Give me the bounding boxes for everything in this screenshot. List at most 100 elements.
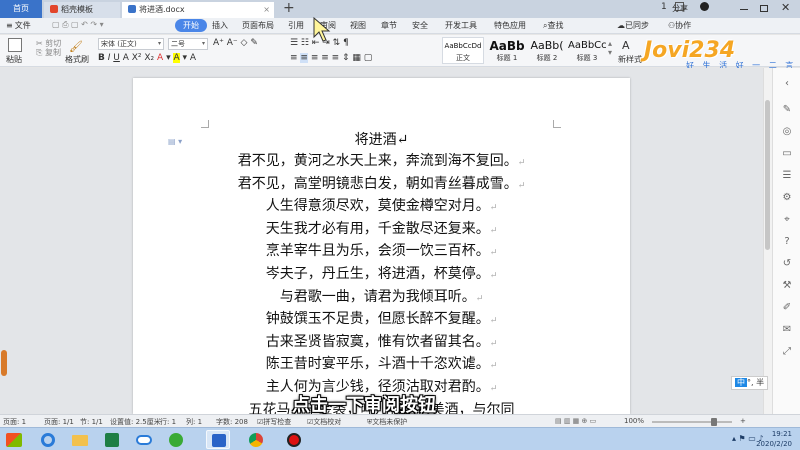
font-name-select[interactable]: 宋体 (正文) ▾ [98, 38, 164, 50]
taskbar-explorer[interactable] [68, 430, 92, 449]
menu-file[interactable]: ≡ 文件 [6, 20, 31, 31]
expand-icon[interactable]: ⤢ [781, 346, 793, 358]
scrollbar-thumb[interactable] [765, 100, 770, 250]
menu-developer-tools[interactable]: 开发工具 [445, 20, 477, 31]
taskbar-ie[interactable] [36, 430, 60, 449]
template-icon[interactable]: ▭ [781, 148, 793, 160]
menu-chapter[interactable]: 章节 [381, 20, 397, 31]
new-style-button[interactable]: 新样式 [618, 54, 642, 65]
zoom-in-icon[interactable]: + [740, 417, 746, 425]
close-window-icon[interactable]: ✕ [781, 1, 790, 14]
document-map-icon[interactable]: ▤ ▾ [168, 137, 182, 146]
chevron-down-icon: ▾ [201, 40, 205, 47]
document-page[interactable]: 将进酒↵ 君不见，黄河之水天上来，奔流到海不复回。↵ 君不见，高堂明镜悲白发，朝… [133, 78, 630, 418]
share-button[interactable]: 分享 [672, 3, 688, 14]
paste-icon[interactable] [8, 38, 22, 52]
style-normal[interactable]: AaBbCcDd 正文 [442, 37, 484, 64]
tab-docer-templates[interactable]: 稻壳模板 [44, 2, 120, 18]
poem-line-text: 古来圣贤皆寂寞，惟有饮者留其名。 [265, 333, 490, 350]
windows-start-button[interactable] [0, 430, 30, 449]
menu-security[interactable]: 安全 [412, 20, 428, 31]
collab-label: 协作 [675, 21, 692, 30]
view-mode-icons[interactable]: ▤ ▥ ▦ ⊕ ▭ [555, 417, 596, 425]
menu-bar: ≡ 文件 ▢ ⎙ ▢ ↶ ↷ ▾ 开始 插入 页面布局 引用 审阅 视图 章节 安… [0, 4, 800, 34]
pane-collapse-icon[interactable]: ‹ [781, 78, 793, 90]
pencil-icon[interactable]: ✎ [781, 104, 793, 116]
poem-line: 君不见，黄河之水天上来，奔流到海不复回。↵ [133, 150, 630, 173]
menu-insert[interactable]: 插入 [212, 20, 228, 31]
settings-icon[interactable]: ⚙ [781, 192, 793, 204]
margin-marker [553, 120, 561, 128]
status-word-count[interactable]: 字数: 208 [216, 417, 248, 427]
sync-status[interactable]: ☁已同步 [617, 20, 649, 31]
poem-line: 天生我才必有用，千金散尽还复来。↵ [133, 218, 630, 241]
alignment-icons[interactable]: ≡ ≡ ≡ ≡ ≡ ⇕ ▦ ▢ [290, 53, 372, 63]
poem-line: 岑夫子，丹丘生，将进酒，杯莫停。↵ [133, 263, 630, 286]
spellcheck-button[interactable]: ☑拼写检查 [257, 417, 291, 427]
history-icon[interactable]: ↺ [781, 258, 793, 270]
collab-button[interactable]: ⚇协作 [668, 20, 691, 31]
zoom-slider-handle[interactable] [711, 418, 717, 426]
taskbar-cloud[interactable] [132, 430, 156, 449]
paragraph-mark: ↵ [489, 203, 498, 214]
minimize-icon[interactable] [740, 9, 748, 10]
tab-home[interactable]: 首页 [0, 0, 42, 18]
zoom-slider[interactable] [652, 421, 732, 423]
pen-icon[interactable]: ✐ [781, 302, 793, 314]
style-heading-2[interactable]: AaBb(标题 2 [528, 37, 566, 64]
close-tab-icon[interactable]: × [263, 2, 270, 17]
taskbar-recorder[interactable] [282, 430, 306, 449]
menu-view[interactable]: 视图 [350, 20, 366, 31]
protect-button[interactable]: ⛨文档未保护 [367, 417, 407, 427]
system-clock[interactable]: 19:21 2020/2/20 [756, 429, 792, 449]
menu-page-layout[interactable]: 页面布局 [242, 20, 274, 31]
style-normal-name: 正文 [456, 54, 470, 62]
style-heading-1[interactable]: AaBb 标题 1 [487, 37, 527, 64]
menu-search-label: 查找 [547, 21, 564, 30]
paste-button-label[interactable]: 粘贴 [6, 54, 22, 65]
menu-start[interactable]: 开始 [175, 19, 207, 32]
target-icon[interactable]: ◎ [781, 126, 793, 138]
paragraph-mark: ↵ [396, 132, 409, 148]
new-style-icon[interactable]: A [622, 39, 630, 52]
style-heading-3[interactable]: AaBbCc 标题 3 [567, 37, 607, 64]
quick-access-icons[interactable]: ▢ ⎙ ▢ ↶ ↷ ▾ [52, 20, 104, 30]
taskbar-chrome[interactable] [244, 430, 268, 449]
menu-search[interactable]: ⌕查找 [543, 20, 563, 31]
paragraph-mark: ↵ [489, 225, 498, 236]
menu-references[interactable]: 引用 [288, 20, 304, 31]
status-pages: 页面: 1/1 [44, 418, 74, 426]
menu-featured-apps[interactable]: 特色应用 [494, 20, 526, 31]
copy-button[interactable]: ⎘ 复制 [36, 47, 61, 58]
font-name-value: 宋体 (正文) [101, 40, 137, 48]
cloud-icon: ☁ [617, 21, 625, 30]
poem-line-text: 与君歌一曲，请君为我倾耳听。 [279, 288, 476, 305]
new-tab-button[interactable]: + [283, 0, 295, 16]
ime-indicator[interactable]: 中 °, 半 [731, 376, 769, 390]
taskbar-wps-writer[interactable] [206, 430, 230, 449]
help-icon[interactable]: ? [781, 236, 793, 248]
tab-document[interactable]: 将进酒.docx × [122, 2, 274, 18]
font-size-select[interactable]: 二号 ▾ [168, 38, 208, 50]
copy-label: 复制 [44, 48, 61, 57]
taskbar-excel[interactable] [100, 430, 124, 449]
tools-icon[interactable]: ⚒ [781, 280, 793, 292]
format-painter-button[interactable]: 格式刷 [65, 54, 89, 65]
tab-document-label: 将进酒.docx [139, 5, 185, 14]
maximize-icon[interactable] [760, 5, 768, 12]
poem-body: 将进酒↵ 君不见，黄河之水天上来，奔流到海不复回。↵ 君不见，高堂明镜悲白发，朝… [133, 130, 630, 421]
pin-icon[interactable]: ⌖ [781, 214, 793, 226]
status-section: 节: 1/1 [80, 418, 103, 426]
font-grow-shrink-icons[interactable]: A⁺ A⁻ ◇ ✎ [213, 38, 258, 48]
zoom-value[interactable]: 100% [624, 417, 644, 425]
brush-icon[interactable]: 🖌 [69, 40, 83, 53]
chat-icon[interactable]: ✉ [781, 324, 793, 336]
font-format-icons[interactable]: B I U A X² X₂ A ▾ A ▾ A [98, 53, 196, 63]
style-heading-2-preview: AaBb( [530, 39, 564, 52]
styles-more-icon[interactable]: ▴ ▾ [608, 39, 612, 57]
taskbar-browser[interactable] [164, 430, 188, 449]
doc-check-button[interactable]: ☑文档校对 [307, 417, 341, 427]
navigation-icon[interactable]: ☰ [781, 170, 793, 182]
status-page: 页面: 1 [3, 418, 27, 426]
avatar[interactable] [700, 2, 709, 11]
